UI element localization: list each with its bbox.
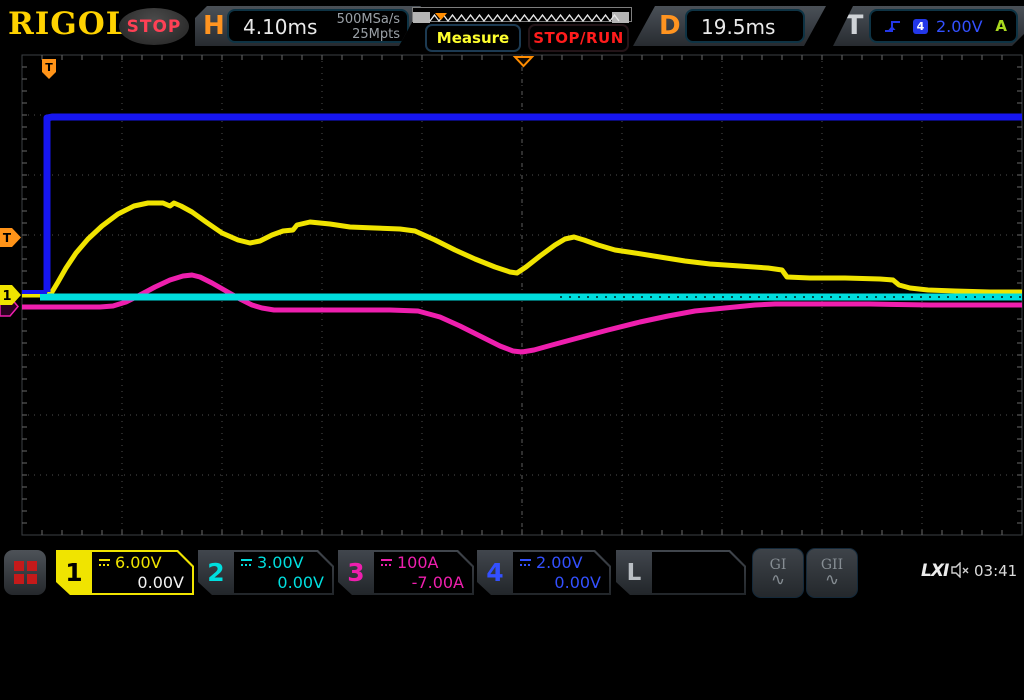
trigger-position-marker[interactable]	[515, 57, 532, 66]
channel-3-widget[interactable]: 3 100A -7.00A	[338, 550, 474, 595]
speaker-muted-icon	[950, 562, 970, 578]
lxi-badge: LXI	[921, 561, 948, 581]
logic-analyzer-widget[interactable]: L 0 1 2 3 4 5 6 7 8 9 1011 12131415	[616, 550, 746, 595]
channel-2-offset: 0.00V	[277, 573, 324, 592]
channel-1-box: 6.00V 0.00V	[92, 552, 192, 593]
trace-ch4-blue	[47, 117, 1022, 292]
channel-1-scale: 6.00V	[115, 553, 162, 572]
channel-4-offset: 0.00V	[554, 573, 601, 592]
channel-1-number: 1	[56, 550, 92, 595]
dc-coupling-icon	[380, 558, 393, 567]
clock: 03:41	[974, 562, 1017, 580]
sine-wave-icon: ∿	[825, 572, 839, 588]
menu-button[interactable]	[4, 550, 46, 595]
channel-3-number: 3	[338, 550, 374, 595]
channel-3-scale: 100A	[397, 553, 438, 572]
channel-3-offset: -7.00A	[412, 573, 464, 592]
svg-text:T: T	[45, 61, 53, 74]
sine-wave-icon: ∿	[771, 572, 785, 588]
svg-text:1: 1	[2, 289, 11, 304]
scope-plot[interactable]: T T 1	[0, 0, 1024, 600]
channel-2-number: 2	[198, 550, 234, 595]
generator-2-button[interactable]: GII ∿	[806, 548, 858, 598]
dc-coupling-icon	[98, 558, 111, 567]
channel-4-scale: 2.00V	[536, 553, 583, 572]
channel-2-widget[interactable]: 2 3.00V 0.00V	[198, 550, 334, 595]
menu-grid-icon	[14, 561, 37, 584]
logic-row-2: 8 9 1011 12131415	[694, 646, 810, 664]
generator-1-button[interactable]: GI ∿	[752, 548, 804, 598]
dc-coupling-icon	[240, 558, 253, 567]
logic-label: L	[616, 550, 652, 595]
channel-1-widget[interactable]: 1 6.00V 0.00V	[56, 550, 194, 595]
svg-text:T: T	[3, 231, 12, 245]
dc-coupling-icon	[519, 558, 532, 567]
channel-4-widget[interactable]: 4 2.00V 0.00V	[477, 550, 611, 595]
channel-3-box: 100A -7.00A	[374, 552, 472, 593]
channel-2-scale: 3.00V	[257, 553, 304, 572]
channel-1-offset: 0.00V	[137, 573, 184, 592]
channel-2-box: 3.00V 0.00V	[234, 552, 332, 593]
channel-4-box: 2.00V 0.00V	[513, 552, 609, 593]
logic-box: 0 1 2 3 4 5 6 7 8 9 1011 12131415	[652, 552, 744, 593]
channel-4-number: 4	[477, 550, 513, 595]
